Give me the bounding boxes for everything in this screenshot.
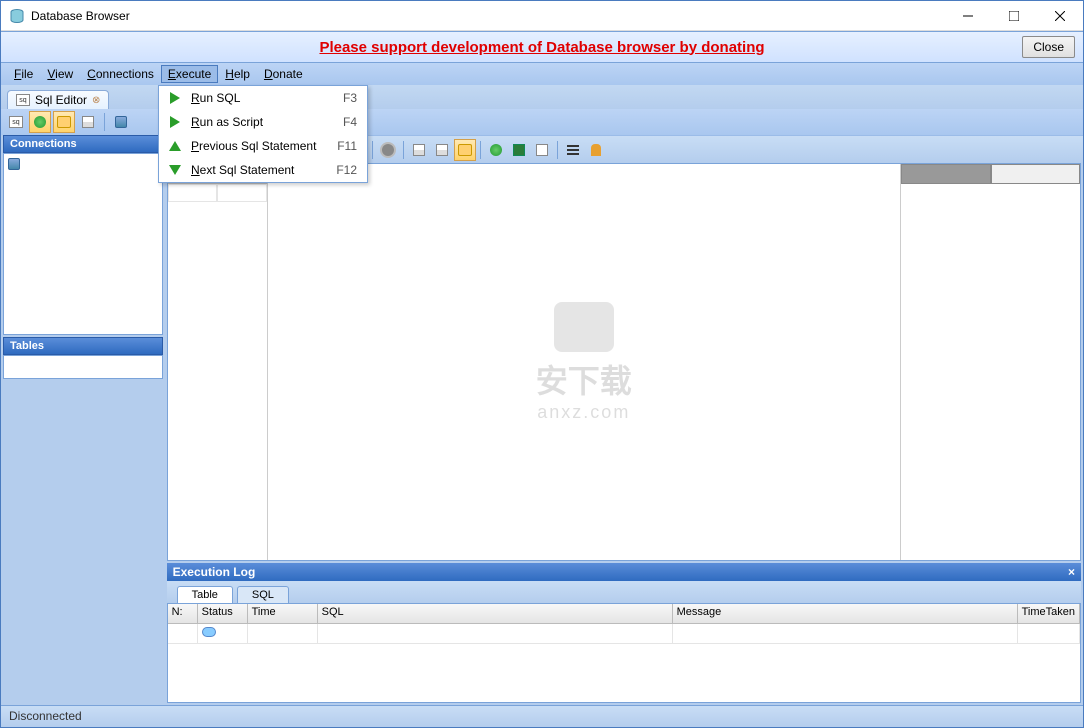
separator	[480, 141, 481, 159]
bubble-icon	[202, 627, 216, 637]
menu-next-stmt[interactable]: Next Sql Statement F12	[159, 158, 367, 182]
tables-list[interactable]	[3, 355, 163, 379]
col-message[interactable]: Message	[673, 604, 1018, 624]
watermark: 安下载 anxz.com	[536, 302, 632, 423]
tab-sql[interactable]: SQL	[237, 586, 289, 603]
view-icon	[436, 144, 448, 156]
arrow-right-icon	[165, 90, 185, 106]
col-time[interactable]: Time	[248, 604, 318, 624]
close-button[interactable]	[1037, 1, 1083, 31]
grid-stub	[168, 164, 268, 560]
grid-icon	[82, 116, 94, 128]
right-pane: 安下载 anxz.com Execution Log × Table SQL N…	[165, 135, 1083, 705]
gear-icon	[382, 144, 394, 156]
globe-icon	[490, 144, 502, 156]
tab-sql-editor[interactable]: sq Sql Editor ⊗	[7, 90, 109, 109]
bars-icon	[567, 145, 579, 155]
preview-pane	[900, 164, 1080, 560]
tab-close-icon[interactable]: ⊗	[92, 95, 100, 106]
titlebar: Database Browser	[1, 1, 1083, 31]
execution-log: Execution Log × Table SQL N: Status Time…	[167, 563, 1081, 703]
connection-button[interactable]	[110, 111, 132, 133]
sql-file-icon: sq	[16, 94, 30, 106]
excel-icon	[513, 144, 525, 156]
menu-help[interactable]: Help	[218, 65, 257, 83]
user-button[interactable]	[585, 139, 607, 161]
banner-close-button[interactable]: Close	[1022, 36, 1075, 58]
view3-button[interactable]	[454, 139, 476, 161]
grid-button[interactable]	[77, 111, 99, 133]
exec-log-close[interactable]: ×	[1068, 565, 1075, 579]
menubar: File View Connections Execute Help Donat…	[1, 63, 1083, 85]
view1-button[interactable]	[408, 139, 430, 161]
tables-header: Tables	[3, 337, 163, 355]
globe-icon	[34, 116, 46, 128]
excel-button[interactable]	[508, 139, 530, 161]
menu-run-script[interactable]: Run as Script F4	[159, 110, 367, 134]
csv-icon	[536, 144, 548, 156]
app-icon	[9, 8, 25, 24]
sql-editor-area[interactable]: 安下载 anxz.com	[268, 164, 900, 560]
options-button[interactable]	[377, 139, 399, 161]
new-sql-button[interactable]: sq	[5, 111, 27, 133]
arrow-down-icon	[165, 162, 185, 178]
database-icon	[115, 116, 127, 128]
execute-dropdown: Run SQL F3 Run as Script F4 Previous Sql…	[158, 85, 368, 183]
menu-view[interactable]: View	[40, 65, 80, 83]
menu-file[interactable]: File	[7, 65, 40, 83]
person-icon	[591, 144, 601, 156]
exec-grid[interactable]: N: Status Time SQL Message TimeTaken	[167, 603, 1081, 703]
view-icon	[458, 144, 472, 156]
csv-button[interactable]	[531, 139, 553, 161]
tab-table[interactable]: Table	[177, 586, 233, 603]
col-status[interactable]: Status	[198, 604, 248, 624]
editor-content: 安下载 anxz.com	[167, 163, 1081, 561]
export-button[interactable]	[485, 139, 507, 161]
window-title: Database Browser	[31, 9, 945, 23]
view2-button[interactable]	[431, 139, 453, 161]
arrow-right-icon	[165, 114, 185, 130]
exec-row[interactable]	[168, 624, 1080, 644]
dialog-icon	[57, 116, 71, 128]
menu-donate[interactable]: Donate	[257, 65, 310, 83]
connections-tree[interactable]	[3, 153, 163, 335]
donate-link[interactable]: Please support development of Database b…	[319, 39, 764, 56]
menu-prev-stmt[interactable]: Previous Sql Statement F11	[159, 134, 367, 158]
separator	[557, 141, 558, 159]
menu-execute[interactable]: Execute	[161, 65, 218, 83]
statusbar: Disconnected	[1, 705, 1083, 727]
connections-header: Connections	[3, 135, 163, 153]
col-n[interactable]: N:	[168, 604, 198, 624]
main-area: Connections Tables	[1, 135, 1083, 705]
tab-label: Sql Editor	[35, 93, 87, 107]
arrow-up-icon	[165, 138, 185, 154]
separator	[372, 141, 373, 159]
separator	[104, 113, 105, 131]
menu-connections[interactable]: Connections	[80, 65, 161, 83]
separator	[403, 141, 404, 159]
maximize-button[interactable]	[991, 1, 1037, 31]
minimize-button[interactable]	[945, 1, 991, 31]
col-timetaken[interactable]: TimeTaken	[1018, 604, 1080, 624]
left-pane: Connections Tables	[1, 135, 165, 705]
database-icon	[8, 158, 20, 170]
status-text: Disconnected	[9, 709, 82, 723]
sql-file-icon: sq	[9, 116, 23, 128]
col-sql[interactable]: SQL	[318, 604, 673, 624]
view-icon	[413, 144, 425, 156]
menu-run-sql[interactable]: Run SQL F3	[159, 86, 367, 110]
donate-banner: Please support development of Database b…	[1, 31, 1083, 63]
globe-button[interactable]	[29, 111, 51, 133]
dialog-button[interactable]	[53, 111, 75, 133]
exec-log-title: Execution Log	[173, 565, 256, 579]
list-button[interactable]	[562, 139, 584, 161]
exec-log-tabs: Table SQL	[167, 581, 1081, 603]
